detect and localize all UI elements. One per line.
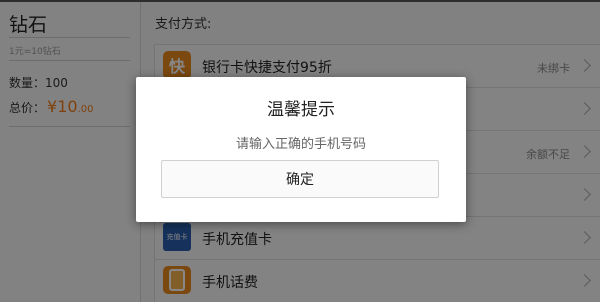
dialog-message: 请输入正确的手机号码 <box>235 137 366 152</box>
dialog-title: 温馨提示 <box>267 100 335 120</box>
alert-dialog: 温馨提示 请输入正确的手机号码 确定 <box>136 77 466 222</box>
confirm-button[interactable]: 确定 <box>161 160 439 198</box>
